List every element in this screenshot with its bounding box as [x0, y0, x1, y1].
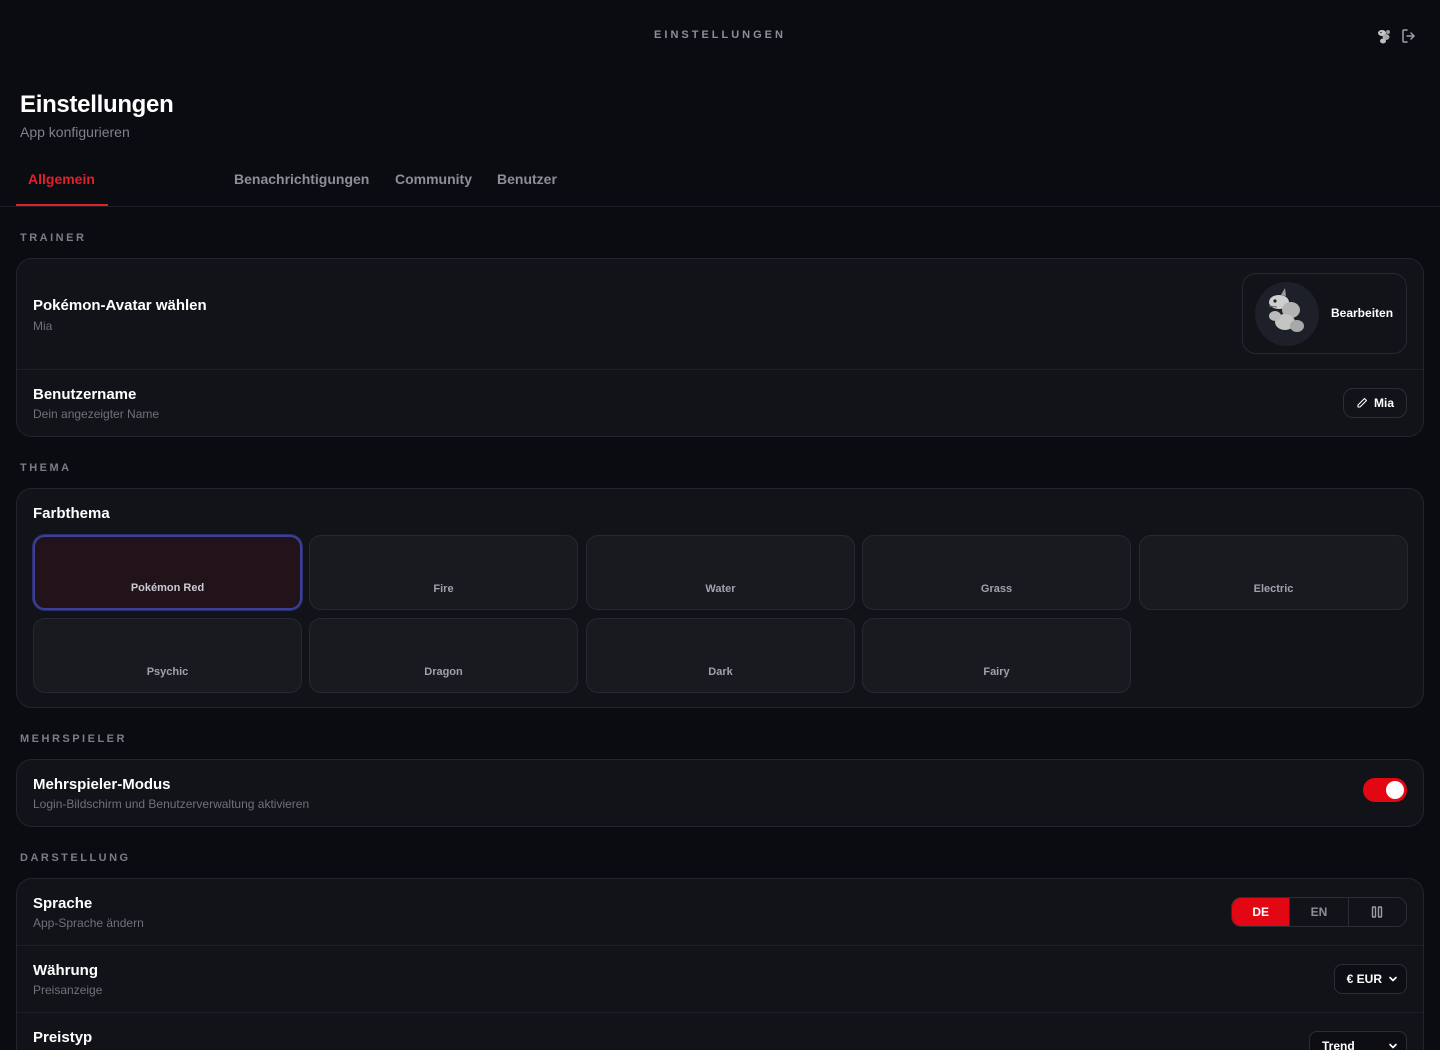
- toggle-knob: [1386, 781, 1404, 799]
- multiplayer-toggle[interactable]: [1363, 778, 1407, 802]
- theme-option-electric[interactable]: Electric: [1139, 535, 1408, 610]
- tab-community[interactable]: Community: [395, 164, 472, 206]
- section-label-trainer: TRAINER: [20, 232, 87, 244]
- multiplayer-title: Mehrspieler-Modus: [33, 776, 171, 793]
- chevron-down-icon: [1389, 976, 1397, 982]
- theme-option-label: Fire: [433, 583, 454, 595]
- currency-subtitle: Preisanzeige: [33, 983, 103, 997]
- username-row-subtitle: Dein angezeigter Name: [33, 407, 160, 421]
- edit-avatar-label: Bearbeiten: [1331, 306, 1394, 320]
- theme-card: Farbthema Pokémon Red Fire Water Grass E…: [16, 488, 1424, 708]
- tab-benachrichtigungen[interactable]: Benachrichtigungen: [234, 164, 369, 206]
- username-value: Mia: [1373, 396, 1394, 410]
- display-card: Sprache App-Sprache ändern DE EN Währung…: [16, 878, 1424, 1050]
- price-type-row: Preistyp Trend: [17, 1013, 1423, 1050]
- trainer-card: Pokémon-Avatar wählen Mia Bearbeiten Ben…: [16, 258, 1424, 437]
- theme-option-label: Grass: [980, 583, 1013, 595]
- theme-option-grass[interactable]: Grass: [862, 535, 1131, 610]
- section-label-mehrspieler: MEHRSPIELER: [20, 733, 127, 745]
- edit-avatar-button[interactable]: Bearbeiten: [1242, 273, 1407, 354]
- avatar: [1255, 282, 1319, 346]
- top-bar-icons: [1374, 26, 1418, 46]
- multiplayer-row: Mehrspieler-Modus Login-Bildschirm und B…: [17, 760, 1423, 826]
- logout-icon[interactable]: [1400, 27, 1418, 45]
- theme-title: Farbthema: [33, 505, 110, 522]
- pause-icon: [1372, 906, 1383, 918]
- theme-option-label: Electric: [1253, 583, 1294, 595]
- currency-row: Währung Preisanzeige € EUR: [17, 946, 1423, 1013]
- username-row-title: Benutzername: [33, 386, 137, 403]
- avatar-row: Pokémon-Avatar wählen Mia Bearbeiten: [17, 259, 1423, 370]
- theme-grid: Pokémon Red Fire Water Grass Electric Ps…: [33, 535, 1408, 693]
- page-header: Einstellungen App konfigurieren: [0, 72, 1440, 140]
- currency-select[interactable]: € EUR: [1333, 964, 1407, 994]
- theme-option-fire[interactable]: Fire: [309, 535, 578, 610]
- currency-value: € EUR: [1346, 972, 1382, 986]
- price-type-select[interactable]: Trend: [1309, 1031, 1407, 1050]
- pencil-icon: [1357, 397, 1368, 408]
- theme-option-label: Water: [705, 583, 736, 595]
- multiplayer-card: Mehrspieler-Modus Login-Bildschirm und B…: [16, 759, 1424, 827]
- onix-avatar-image-icon: [1268, 288, 1304, 332]
- username-row: Benutzername Dein angezeigter Name Mia: [17, 370, 1423, 436]
- theme-option-dark[interactable]: Dark: [586, 618, 855, 693]
- chevron-down-icon: [1389, 1043, 1397, 1049]
- onix-avatar-icon[interactable]: [1374, 26, 1394, 46]
- price-type-title: Preistyp: [33, 1029, 93, 1046]
- language-option-en[interactable]: EN: [1289, 898, 1347, 926]
- theme-option-psychic[interactable]: Psychic: [33, 618, 302, 693]
- language-selector: DE EN: [1231, 897, 1407, 927]
- theme-option-label: Dark: [708, 666, 733, 678]
- page-subtitle: App konfigurieren: [20, 124, 130, 140]
- theme-option-fairy[interactable]: Fairy: [862, 618, 1131, 693]
- language-subtitle: App-Sprache ändern: [33, 916, 144, 930]
- avatar-row-subtitle: Mia: [33, 319, 53, 333]
- theme-option-label: Dragon: [424, 666, 463, 678]
- theme-option-dragon[interactable]: Dragon: [309, 618, 578, 693]
- top-bar-title: EINSTELLUNGEN: [654, 29, 786, 41]
- language-option-de[interactable]: DE: [1232, 898, 1290, 926]
- tab-benutzer[interactable]: Benutzer: [497, 164, 557, 206]
- multiplayer-subtitle: Login-Bildschirm und Benutzerverwaltung …: [33, 797, 310, 811]
- section-label-darstellung: DARSTELLUNG: [20, 852, 131, 864]
- section-label-thema: THEMA: [20, 462, 72, 474]
- language-title: Sprache: [33, 895, 93, 912]
- theme-option-pokemon-red[interactable]: Pokémon Red: [33, 535, 302, 610]
- avatar-row-title: Pokémon-Avatar wählen: [33, 297, 207, 314]
- top-bar: EINSTELLUNGEN: [0, 0, 1440, 72]
- language-option-more[interactable]: [1347, 898, 1406, 926]
- theme-option-water[interactable]: Water: [586, 535, 855, 610]
- edit-username-button[interactable]: Mia: [1342, 388, 1407, 418]
- page-title: Einstellungen: [20, 91, 174, 118]
- theme-option-label: Fairy: [983, 666, 1010, 678]
- language-row: Sprache App-Sprache ändern DE EN: [17, 879, 1423, 946]
- theme-option-label: Psychic: [146, 666, 189, 678]
- tab-allgemein[interactable]: Allgemein: [16, 164, 108, 206]
- theme-option-label: Pokémon Red: [130, 582, 205, 594]
- price-type-value: Trend: [1322, 1039, 1355, 1050]
- currency-title: Währung: [33, 962, 98, 979]
- settings-tabs: Allgemein Benachrichtigungen Community B…: [0, 164, 1440, 207]
